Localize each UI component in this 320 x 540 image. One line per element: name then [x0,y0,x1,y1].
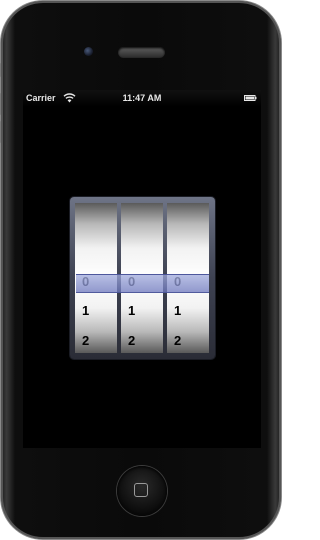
volume-down-button [0,121,1,143]
home-button-icon [134,483,148,497]
volume-up-button [0,93,1,115]
battery-icon [244,95,257,101]
earpiece-speaker [118,47,165,58]
wheel-3-next-value[interactable]: 1 [174,303,181,318]
home-button[interactable] [117,466,167,516]
wheel-1-next-value[interactable]: 1 [82,303,89,318]
mute-switch [0,63,1,77]
wheel-3-after-value[interactable]: 2 [174,333,181,348]
wheel-2-next-value[interactable]: 1 [128,303,135,318]
status-time: 11:47 AM [122,93,162,103]
combination-picker[interactable]: 0 1 2 0 1 2 0 1 2 [70,197,215,359]
wheel-1-after-value[interactable]: 2 [82,333,89,348]
iphone-frame: Carrier 11:47 AM 0 1 2 0 1 2 [0,1,281,539]
wheel-2-after-value[interactable]: 2 [128,333,135,348]
picker-selection-indicator [76,274,209,293]
screen: Carrier 11:47 AM 0 1 2 0 1 2 [23,90,261,448]
status-bar: Carrier 11:47 AM [23,90,261,107]
front-camera [84,47,93,56]
